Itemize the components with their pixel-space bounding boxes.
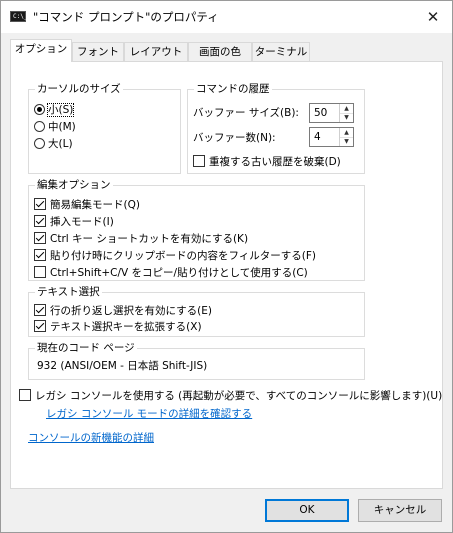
line-wrap-selection-checkbox[interactable]: 行の折り返し選択を有効にする(E)	[34, 304, 212, 318]
command-history-group: コマンドの履歴 バッファー サイズ(B): 50 ▲ ▼ バッファー数(N): …	[187, 82, 365, 174]
tab-font[interactable]: フォント	[72, 42, 124, 61]
window-title: "コマンド プロンプト"のプロパティ	[33, 10, 219, 24]
cursor-size-title: カーソルのサイズ	[35, 82, 123, 96]
spin-down-icon[interactable]: ▼	[340, 113, 353, 122]
edit-options-group: 編集オプション 簡易編集モード(Q) 挿入モード(I) Ctrl キー ショート…	[28, 178, 365, 281]
quick-edit-label: 簡易編集モード(Q)	[50, 199, 140, 211]
options-panel: カーソルのサイズ 小(S) 中(M) 大(L) コマンドの履歴 バッファー サイ…	[10, 61, 443, 489]
spin-arrows: ▲ ▼	[339, 128, 353, 146]
tab-colors[interactable]: 画面の色	[188, 42, 252, 61]
text-selection-group: テキスト選択 行の折り返し選択を有効にする(E) テキスト選択キーを拡張する(X…	[28, 285, 365, 337]
tab-terminal[interactable]: ターミナル	[252, 42, 310, 61]
cursor-medium-radio[interactable]: 中(M)	[34, 120, 76, 134]
cursor-medium-label: 中(M)	[48, 121, 76, 133]
code-page-group: 現在のコード ページ 932 (ANSI/OEM - 日本語 Shift-JIS…	[28, 341, 365, 380]
checkbox-icon	[19, 389, 31, 401]
radio-icon	[34, 121, 45, 132]
code-page-title: 現在のコード ページ	[35, 341, 137, 355]
buffer-count-stepper[interactable]: 4 ▲ ▼	[309, 127, 354, 147]
spin-arrows: ▲ ▼	[339, 104, 353, 122]
checkbox-icon	[34, 320, 46, 332]
ctrl-shortcuts-checkbox[interactable]: Ctrl キー ショートカットを有効にする(K)	[34, 232, 248, 246]
extended-selection-keys-label: テキスト選択キーを拡張する(X)	[50, 321, 202, 333]
buffer-count-label: バッファー数(N):	[193, 132, 276, 144]
ctrl-shift-copy-paste-checkbox[interactable]: Ctrl+Shift+C/V をコピー/貼り付けとして使用する(C)	[34, 266, 308, 280]
legacy-details-link[interactable]: レガシ コンソール モードの詳細を確認する	[46, 407, 252, 421]
tab-layout[interactable]: レイアウト	[124, 42, 188, 61]
insert-mode-checkbox[interactable]: 挿入モード(I)	[34, 215, 114, 229]
spin-down-icon[interactable]: ▼	[340, 137, 353, 146]
cursor-small-radio[interactable]: 小(S)	[34, 103, 75, 117]
quick-edit-checkbox[interactable]: 簡易編集モード(Q)	[34, 198, 140, 212]
buffer-size-value: 50	[314, 107, 328, 119]
discard-duplicates-checkbox[interactable]: 重複する古い履歴を破棄(D)	[193, 155, 341, 169]
extended-selection-keys-checkbox[interactable]: テキスト選択キーを拡張する(X)	[34, 320, 202, 334]
cursor-size-group: カーソルのサイズ 小(S) 中(M) 大(L)	[28, 82, 181, 174]
ctrl-shift-copy-paste-label: Ctrl+Shift+C/V をコピー/貼り付けとして使用する(C)	[50, 267, 308, 279]
radio-icon	[34, 138, 45, 149]
legacy-console-checkbox[interactable]: レガシ コンソールを使用する (再起動が必要で、すべてのコンソールに影響します)…	[19, 389, 442, 403]
legacy-console-label: レガシ コンソールを使用する (再起動が必要で、すべてのコンソールに影響します)…	[35, 390, 443, 402]
code-page-value: 932 (ANSI/OEM - 日本語 Shift-JIS)	[37, 360, 208, 372]
command-history-title: コマンドの履歴	[194, 82, 272, 96]
close-button[interactable]: ✕	[414, 1, 452, 33]
discard-duplicates-label: 重複する古い履歴を破棄(D)	[209, 156, 341, 168]
buffer-count-value: 4	[314, 131, 321, 143]
cursor-small-label: 小(S)	[46, 103, 75, 117]
properties-dialog: C:\_ "コマンド プロンプト"のプロパティ ✕ オプション フォント レイア…	[0, 0, 453, 533]
checkbox-icon	[193, 155, 205, 167]
buffer-size-label: バッファー サイズ(B):	[193, 107, 299, 119]
checkbox-icon	[34, 266, 46, 278]
cursor-large-label: 大(L)	[48, 138, 73, 150]
ok-button[interactable]: OK	[265, 499, 349, 522]
filter-paste-checkbox[interactable]: 貼り付け時にクリップボードの内容をフィルターする(F)	[34, 249, 316, 263]
new-features-link[interactable]: コンソールの新機能の詳細	[28, 431, 154, 445]
buffer-size-stepper[interactable]: 50 ▲ ▼	[309, 103, 354, 123]
checkbox-icon	[34, 232, 46, 244]
filter-paste-label: 貼り付け時にクリップボードの内容をフィルターする(F)	[50, 250, 317, 262]
ctrl-shortcuts-label: Ctrl キー ショートカットを有効にする(K)	[50, 233, 249, 245]
checkbox-icon	[34, 198, 46, 210]
radio-icon	[34, 104, 45, 115]
insert-mode-label: 挿入モード(I)	[50, 216, 114, 228]
tab-options[interactable]: オプション	[10, 39, 72, 62]
cancel-button[interactable]: キャンセル	[358, 499, 442, 522]
line-wrap-selection-label: 行の折り返し選択を有効にする(E)	[50, 305, 212, 317]
checkbox-icon	[34, 304, 46, 316]
text-selection-title: テキスト選択	[35, 285, 102, 299]
checkbox-icon	[34, 215, 46, 227]
title-bar: C:\_ "コマンド プロンプト"のプロパティ ✕	[1, 1, 452, 33]
cmd-console-icon: C:\_	[10, 11, 27, 22]
checkbox-icon	[34, 249, 46, 261]
edit-options-title: 編集オプション	[35, 178, 113, 192]
cursor-large-radio[interactable]: 大(L)	[34, 137, 73, 151]
